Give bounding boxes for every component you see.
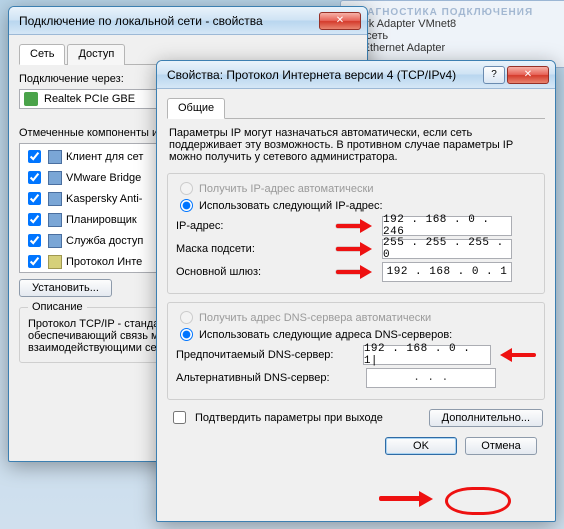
radio-dns-auto-input[interactable] [180, 311, 193, 324]
radio-label: Получить адрес DNS-сервера автоматически [199, 312, 431, 324]
protocol-icon [48, 255, 62, 269]
bg-window-line: work Adapter VMnet8 [351, 18, 559, 30]
ok-button[interactable]: OK [385, 437, 457, 455]
radio-dns-manual-input[interactable] [180, 328, 193, 341]
bg-window-line: ая сеть [351, 30, 559, 42]
bg-window-header: диагностика подключения [351, 7, 559, 18]
ipv4-properties-window: Свойства: Протокол Интернета версии 4 (T… [156, 60, 556, 522]
tab-access[interactable]: Доступ [67, 44, 125, 65]
component-checkbox[interactable] [28, 192, 41, 205]
tab-network[interactable]: Сеть [19, 44, 65, 65]
preferred-dns-field[interactable]: 192 . 168 . 0 . 1| [363, 345, 491, 365]
nic-icon [24, 92, 38, 106]
radio-ip-auto-input[interactable] [180, 182, 193, 195]
annotation-arrow-icon [336, 242, 376, 256]
component-label: Планировщик [66, 214, 137, 226]
ipv4-window-title: Свойства: Протокол Интернета версии 4 (T… [167, 68, 483, 82]
label-ip: IP-адрес: [176, 220, 336, 232]
service-icon [48, 192, 62, 206]
component-checkbox[interactable] [28, 213, 41, 226]
validate-checkbox-input[interactable] [173, 411, 186, 424]
label-gateway: Основной шлюз: [176, 266, 336, 278]
label-dns2: Альтернативный DNS-сервер: [176, 372, 366, 384]
close-icon[interactable]: ✕ [319, 12, 361, 30]
description-legend: Описание [28, 301, 87, 313]
label-dns1: Предпочитаемый DNS-сервер: [176, 349, 363, 361]
radio-ip-manual-input[interactable] [180, 199, 193, 212]
service-icon [48, 171, 62, 185]
component-checkbox[interactable] [28, 255, 41, 268]
radio-dns-auto[interactable]: Получить адрес DNS-сервера автоматически [180, 311, 536, 324]
gateway-field[interactable]: 192 . 168 . 0 . 1 [382, 262, 512, 282]
radio-ip-auto[interactable]: Получить IP-адрес автоматически [180, 182, 536, 195]
component-label: Протокол Инте [66, 256, 142, 268]
validate-on-exit-checkbox[interactable]: Подтвердить параметры при выходе [169, 408, 383, 427]
component-checkbox[interactable] [28, 234, 41, 247]
service-icon [48, 234, 62, 248]
bg-window-line: al Ethernet Adapter [351, 42, 559, 54]
component-label: Служба доступ [66, 235, 143, 247]
service-icon [48, 213, 62, 227]
tab-general[interactable]: Общие [167, 98, 225, 119]
install-button[interactable]: Установить... [19, 279, 112, 297]
adapter-name: Realtek PCIe GBE [44, 93, 135, 105]
alternate-dns-field[interactable]: . . . [366, 368, 496, 388]
radio-dns-manual[interactable]: Использовать следующие адреса DNS-сервер… [180, 328, 536, 341]
background-diagnostics-window: диагностика подключения work Adapter VMn… [340, 0, 564, 68]
ipv4-intro-text: Параметры IP могут назначаться автоматич… [169, 127, 543, 163]
lan-titlebar[interactable]: Подключение по локальной сети - свойства… [9, 7, 367, 35]
component-checkbox[interactable] [28, 150, 41, 163]
ip-address-field[interactable]: 192 . 168 . 0 . 246 [382, 216, 512, 236]
annotation-arrow-icon [336, 219, 376, 233]
annotation-circle-icon [445, 487, 511, 515]
label-mask: Маска подсети: [176, 243, 336, 255]
cancel-button[interactable]: Отмена [465, 437, 537, 455]
lan-window-title: Подключение по локальной сети - свойства [19, 14, 319, 28]
radio-label: Использовать следующий IP-адрес: [199, 200, 383, 212]
radio-label: Получить IP-адрес автоматически [199, 183, 373, 195]
annotation-arrow-icon [497, 348, 536, 362]
subnet-mask-field[interactable]: 255 . 255 . 255 . 0 [382, 239, 512, 259]
component-label: VMware Bridge [66, 172, 141, 184]
close-icon[interactable]: ✕ [507, 66, 549, 84]
checkbox-label: Подтвердить параметры при выходе [195, 412, 383, 424]
component-label: Клиент для сет [66, 151, 143, 163]
annotation-arrow-icon [379, 491, 439, 507]
annotation-arrow-icon [336, 265, 376, 279]
radio-label: Использовать следующие адреса DNS-сервер… [199, 329, 452, 341]
radio-ip-manual[interactable]: Использовать следующий IP-адрес: [180, 199, 536, 212]
ipv4-titlebar[interactable]: Свойства: Протокол Интернета версии 4 (T… [157, 61, 555, 89]
client-icon [48, 150, 62, 164]
component-checkbox[interactable] [28, 171, 41, 184]
help-icon[interactable]: ? [483, 66, 505, 84]
component-label: Kaspersky Anti- [66, 193, 142, 205]
advanced-button[interactable]: Дополнительно... [429, 409, 543, 427]
